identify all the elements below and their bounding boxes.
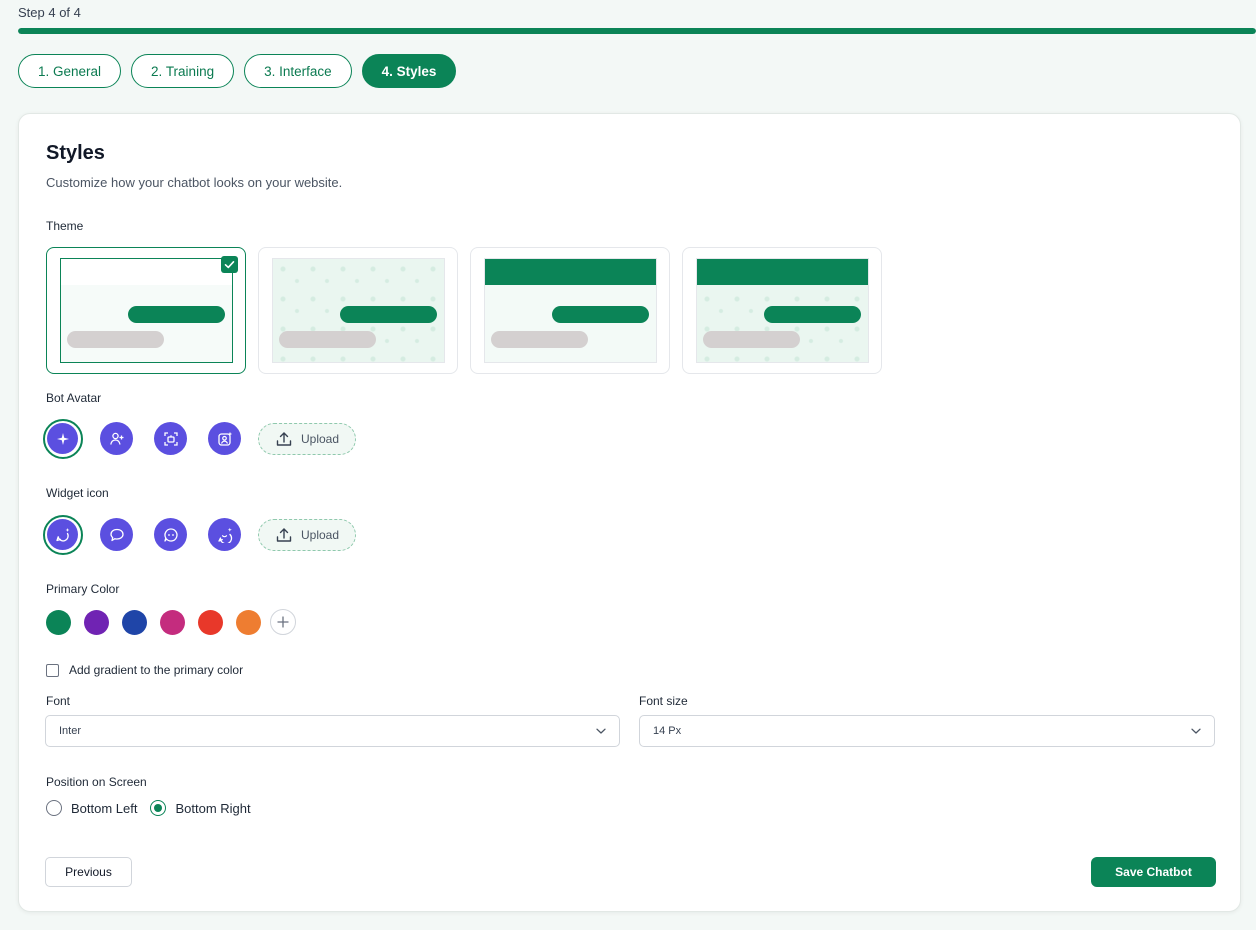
gradient-option[interactable]: Add gradient to the primary color: [46, 663, 243, 677]
avatar-upload-button[interactable]: Upload: [258, 422, 356, 455]
position-options: Bottom Left Bottom Right: [46, 800, 264, 816]
preview-user-bubble: [552, 306, 649, 323]
radio-label: Bottom Right: [175, 800, 251, 816]
preview-bot-bubble: [279, 331, 376, 348]
font-size-value: 14 Px: [653, 725, 682, 737]
preview-bot-bubble: [703, 331, 800, 348]
color-swatch[interactable]: [46, 609, 71, 635]
radio-label: Bottom Left: [71, 800, 138, 816]
page-subtitle: Customize how your chatbot looks on your…: [46, 175, 343, 190]
tab-training[interactable]: 2. Training: [131, 54, 235, 88]
font-select[interactable]: Inter: [45, 715, 620, 747]
upload-icon: [276, 431, 292, 446]
step-label: Step 4 of 4: [18, 5, 81, 20]
color-swatches: [46, 609, 296, 635]
tab-interface[interactable]: 3. Interface: [244, 54, 352, 88]
preview-user-bubble: [128, 306, 225, 323]
bot-scan-icon[interactable]: [154, 422, 187, 455]
preview-header: [697, 259, 868, 285]
preview-bot-bubble: [67, 331, 164, 348]
tab-general[interactable]: 1. General: [18, 54, 122, 88]
radio-bottom-right[interactable]: [150, 800, 167, 816]
color-swatch[interactable]: [236, 609, 261, 635]
chevron-down-icon: [596, 728, 606, 734]
user-plus-icon[interactable]: [100, 422, 133, 455]
user-sparkle-icon[interactable]: [208, 422, 241, 455]
add-color-button[interactable]: [270, 609, 296, 635]
chevron-down-icon: [1191, 728, 1201, 734]
theme-preview: [60, 258, 233, 363]
theme-preview: [696, 258, 869, 363]
color-swatch[interactable]: [160, 609, 185, 635]
primary-color-label: Primary Color: [46, 582, 120, 596]
font-value: Inter: [59, 725, 82, 737]
upload-label: Upload: [300, 527, 340, 542]
preview-user-bubble: [764, 306, 861, 323]
theme-preview: [272, 258, 445, 363]
bot-avatar-options: Upload: [42, 418, 356, 459]
plus-icon: [277, 616, 289, 628]
widget-icon-options: Upload: [42, 514, 356, 555]
theme-options: [46, 247, 882, 374]
progress-fill: [18, 28, 1256, 34]
widget-icon-label: Widget icon: [46, 486, 109, 500]
theme-option-plain[interactable]: [46, 247, 246, 374]
chat-bubble-icon[interactable]: [100, 518, 133, 551]
previous-button[interactable]: Previous: [45, 857, 132, 887]
bot-avatar-label: Bot Avatar: [46, 391, 102, 405]
styles-card: Styles Customize how your chatbot looks …: [18, 113, 1241, 912]
position-bottom-left[interactable]: Bottom Left: [46, 800, 137, 816]
color-swatch[interactable]: [198, 609, 223, 635]
theme-option-header-pattern[interactable]: [682, 247, 882, 374]
chat-smile-icon[interactable]: [208, 518, 241, 551]
step-tabs: 1. General 2. Training 3. Interface 4. S…: [18, 54, 457, 88]
preview-header: [485, 259, 656, 285]
gradient-checkbox[interactable]: [46, 663, 59, 677]
font-label: Font: [46, 694, 71, 708]
page-title: Styles: [46, 142, 105, 164]
chat-sparkle-icon: [47, 519, 78, 550]
theme-label: Theme: [46, 219, 84, 233]
font-size-select[interactable]: 14 Px: [639, 715, 1215, 747]
widget-option-chat-sparkle[interactable]: [42, 514, 83, 555]
widget-upload-button[interactable]: Upload: [258, 518, 356, 551]
theme-preview: [484, 258, 657, 363]
position-bottom-right[interactable]: Bottom Right: [150, 800, 251, 816]
preview-user-bubble: [340, 306, 437, 323]
color-swatch[interactable]: [122, 609, 147, 635]
tab-styles[interactable]: 4. Styles: [361, 54, 457, 88]
upload-label: Upload: [300, 431, 340, 446]
font-size-label: Font size: [639, 694, 688, 708]
theme-option-pattern[interactable]: [258, 247, 458, 374]
check-icon: [221, 256, 238, 273]
position-label: Position on Screen: [46, 775, 147, 789]
progress-bar: [18, 28, 1256, 34]
theme-option-header[interactable]: [470, 247, 670, 374]
radio-bottom-left[interactable]: [46, 800, 62, 816]
avatar-option-sparkles[interactable]: [42, 418, 83, 459]
sparkles-icon: [47, 423, 78, 454]
gradient-label: Add gradient to the primary color: [69, 663, 244, 677]
color-swatch[interactable]: [84, 609, 109, 635]
upload-icon: [276, 527, 292, 542]
chat-dots-icon[interactable]: [154, 518, 187, 551]
save-chatbot-button[interactable]: Save Chatbot: [1091, 857, 1216, 887]
preview-bot-bubble: [491, 331, 588, 348]
